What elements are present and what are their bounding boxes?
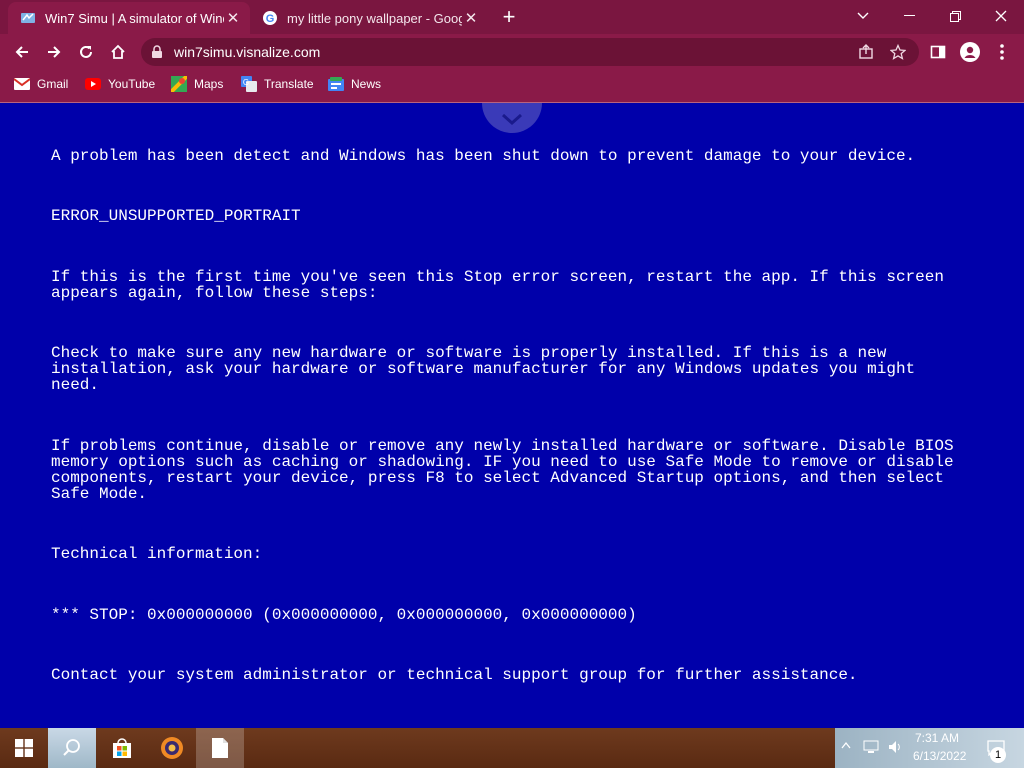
youtube-icon <box>85 76 101 92</box>
network-icon[interactable] <box>863 739 879 755</box>
menu-kebab-icon[interactable] <box>989 39 1015 65</box>
translate-icon: G <box>241 76 257 92</box>
bsod-para3-line: memory options such as caching or shadow… <box>51 453 954 471</box>
bookmark-label: Maps <box>194 77 224 91</box>
clock-date[interactable]: 6/13/2022 <box>913 749 966 763</box>
tab-title: my little pony wallpaper - Google <box>287 10 462 26</box>
home-button[interactable] <box>103 37 133 67</box>
bsod-para3-line: If problems continue, disable or remove … <box>51 437 954 455</box>
address-bar[interactable]: win7simu.visnalize.com <box>141 38 919 66</box>
clock-time[interactable]: 7:31 AM <box>915 731 959 745</box>
bsod-stop-code: *** STOP: 0x000000000 (0x000000000, 0x00… <box>51 606 637 624</box>
url-text: win7simu.visnalize.com <box>174 44 321 60</box>
windows-logo-icon <box>15 739 33 757</box>
volume-icon[interactable] <box>887 739 903 755</box>
bsod-page: A problem has been detect and Windows ha… <box>0 103 1024 728</box>
browser-icon <box>161 737 183 759</box>
gmail-icon <box>14 76 30 92</box>
search-icon <box>63 739 80 756</box>
tab-strip: Win7 Simu | A simulator of Wind ✕ G my l… <box>0 0 1024 34</box>
bookmark-label: News <box>351 77 382 91</box>
bookmark-label: Gmail <box>37 77 69 91</box>
tab-google-search[interactable]: G my little pony wallpaper - Google ✕ <box>250 2 488 34</box>
bsod-intro: A problem has been detect and Windows ha… <box>51 147 916 165</box>
chevron-down-icon[interactable] <box>482 103 542 133</box>
forward-button[interactable] <box>39 37 69 67</box>
close-tab-icon[interactable]: ✕ <box>462 9 480 27</box>
bsod-para2-line: Check to make sure any new hardware or s… <box>51 344 887 362</box>
bookmark-news[interactable]: News <box>328 75 381 93</box>
document-icon <box>212 738 228 758</box>
system-tray: 7:31 AM 6/13/2022 1 <box>835 728 1024 768</box>
bookmark-maps[interactable]: Maps <box>171 75 223 93</box>
taskbar-store-button[interactable] <box>98 728 146 768</box>
new-tab-button[interactable]: + <box>498 6 520 28</box>
svg-text:G: G <box>243 78 249 87</box>
bsod-para1-line: If this is the first time you've seen th… <box>51 268 944 286</box>
tab-title: Win7 Simu | A simulator of Wind <box>45 10 224 26</box>
taskbar-browser-button[interactable] <box>148 728 196 768</box>
tab-win7-simu[interactable]: Win7 Simu | A simulator of Wind ✕ <box>8 2 250 34</box>
bookmark-translate[interactable]: G Translate <box>241 75 314 93</box>
bsod-error-code: ERROR_UNSUPPORTED_PORTRAIT <box>51 207 301 225</box>
svg-text:G: G <box>266 13 275 25</box>
profile-avatar-icon[interactable] <box>957 39 983 65</box>
chevron-up-icon[interactable] <box>841 741 851 749</box>
minimize-button[interactable] <box>886 0 932 32</box>
taskbar: 7:31 AM 6/13/2022 1 <box>0 728 1024 768</box>
win7simu-favicon <box>20 10 36 26</box>
notification-badge: 1 <box>990 747 1006 763</box>
bookmark-label: YouTube <box>108 77 156 91</box>
bsod-para3-line: Safe Mode. <box>51 485 148 503</box>
taskbar-search-button[interactable] <box>48 728 96 768</box>
start-button[interactable] <box>0 728 48 768</box>
store-icon <box>113 738 131 758</box>
reload-button[interactable] <box>71 37 101 67</box>
bsod-para2-line: need. <box>51 376 100 394</box>
maps-icon <box>171 76 187 92</box>
taskbar-document-button[interactable] <box>196 728 244 768</box>
bookmark-label: Translate <box>264 77 314 91</box>
tab-search-icon[interactable] <box>840 0 886 32</box>
bsod-tech-heading: Technical information: <box>51 545 263 563</box>
lock-icon[interactable] <box>151 45 163 64</box>
bookmark-gmail[interactable]: Gmail <box>14 75 68 93</box>
bookmark-youtube[interactable]: YouTube <box>85 75 155 93</box>
google-favicon: G <box>262 10 278 26</box>
close-window-button[interactable] <box>978 0 1024 32</box>
bsod-para3-line: components, restart your device, press F… <box>51 469 944 487</box>
side-panel-icon[interactable] <box>925 39 951 65</box>
browser-toolbar: win7simu.visnalize.com <box>0 34 1024 70</box>
news-icon <box>328 76 344 92</box>
bsod-contact: Contact your system administrator or tec… <box>51 666 858 684</box>
share-icon[interactable] <box>857 43 875 61</box>
bookmarks-bar: Gmail YouTube Maps G Translate News <box>0 70 1024 98</box>
close-tab-icon[interactable]: ✕ <box>224 9 242 27</box>
back-button[interactable] <box>7 37 37 67</box>
bookmark-star-icon[interactable] <box>889 43 907 61</box>
restore-button[interactable] <box>932 0 978 32</box>
bsod-para1-line: appears again, follow these steps: <box>51 284 378 302</box>
browser-frame: Win7 Simu | A simulator of Wind ✕ G my l… <box>0 0 1024 103</box>
bsod-para2-line: installation, ask your hardware or softw… <box>51 360 916 378</box>
